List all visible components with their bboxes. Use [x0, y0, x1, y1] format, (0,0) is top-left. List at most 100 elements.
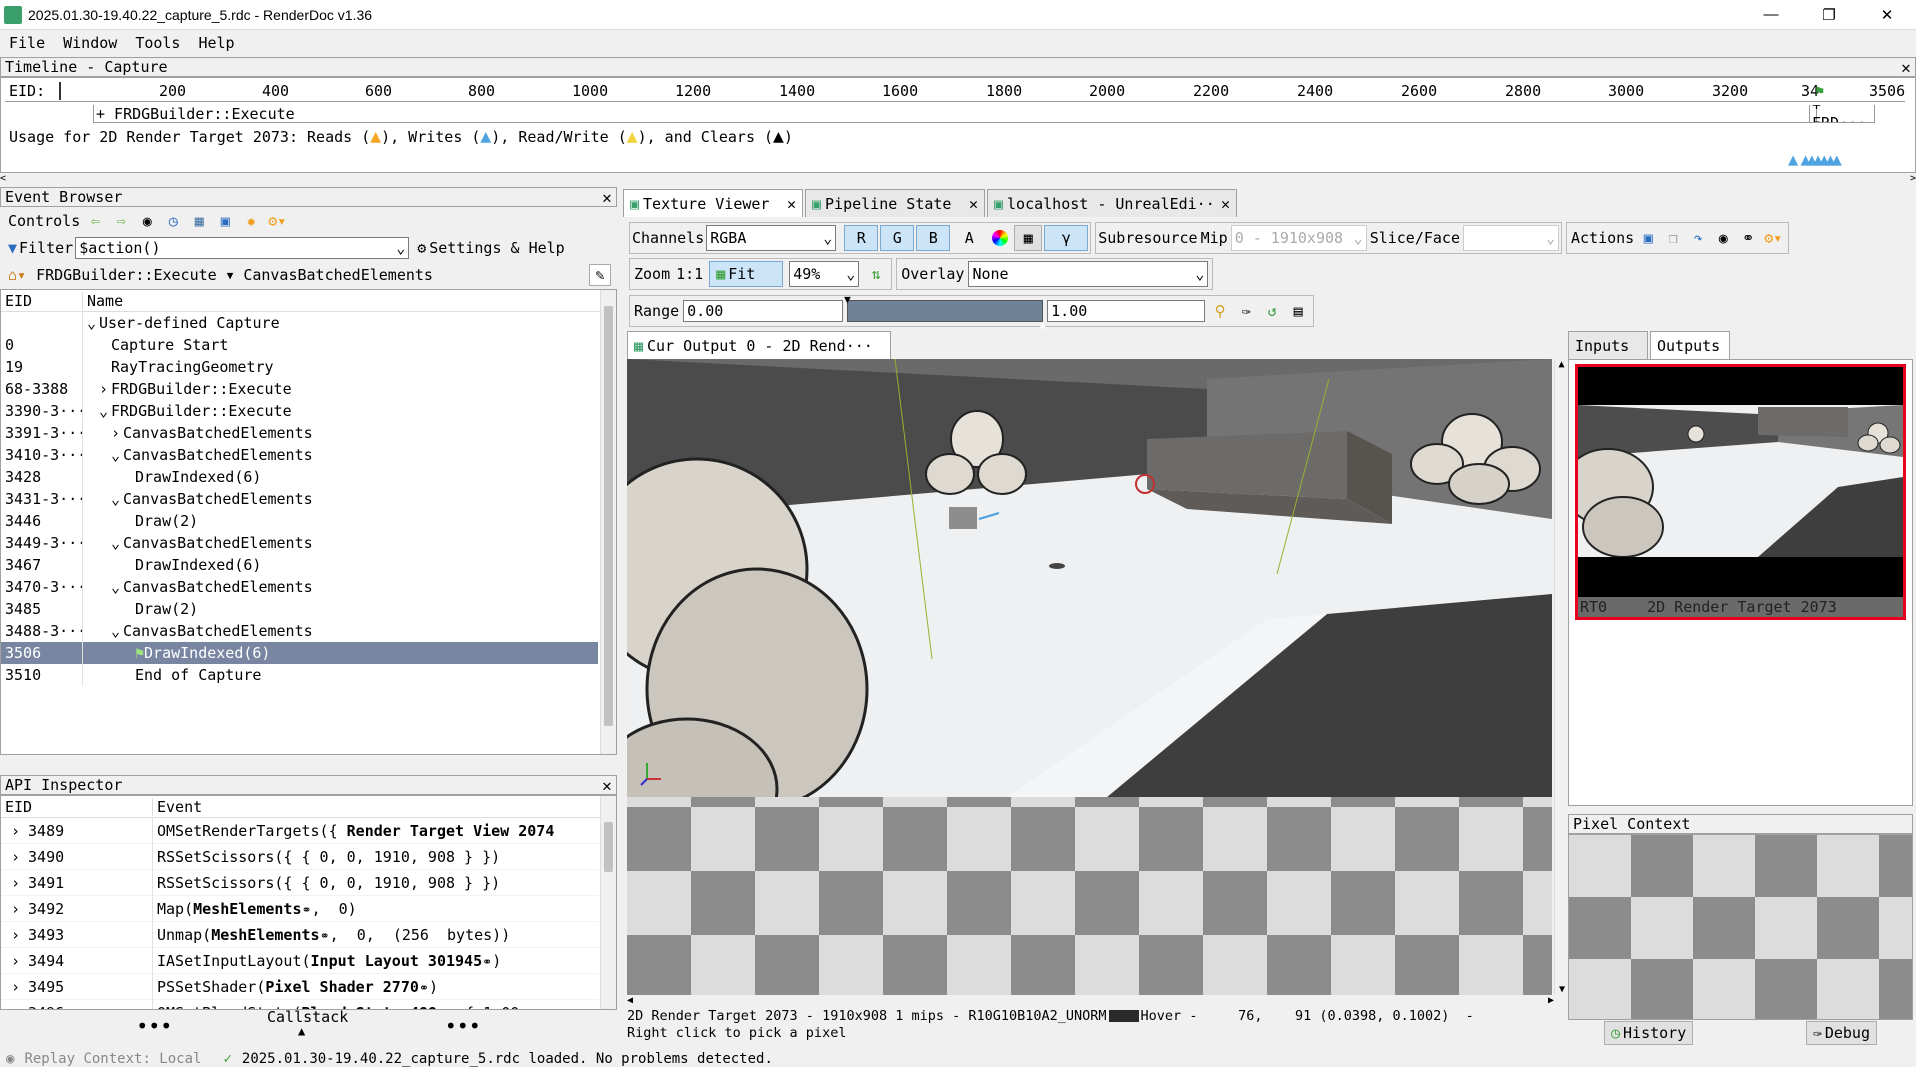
api-row[interactable]: › 3491 RSSetScissors({ { 0, 0, 1910, 908 }… [1, 869, 599, 896]
chevron-right-icon[interactable]: › [99, 380, 111, 398]
event-row[interactable]: 3485 Draw(2) [1, 598, 598, 620]
gear-icon[interactable]: ⚙ [417, 239, 426, 257]
bookmark-icon[interactable]: ▦ [188, 210, 210, 232]
tab-pipeline[interactable]: ▣ Pipeline State ✕ [805, 189, 985, 217]
tab-localhost[interactable]: ▣ localhost - UnrealEdi··· ✕ [987, 189, 1237, 217]
tab-texture[interactable]: ▣ Texture Viewer ✕ [623, 189, 803, 217]
event-row[interactable]: 3470-3··· ⌄ CanvasBatchedElements [1, 576, 598, 598]
breadcrumb-item-1[interactable]: FRDGBuilder::Execute [36, 266, 217, 284]
flip-icon[interactable]: ⇅ [865, 263, 887, 285]
debug-button[interactable]: ✑ Debug [1805, 1021, 1877, 1045]
zoom-1to1-button[interactable]: 1:1 [676, 265, 703, 283]
chevron-right-icon[interactable]: › [11, 978, 20, 996]
chevron-down-icon[interactable]: ⌄ [111, 578, 123, 596]
link-icon[interactable]: ⚭ [482, 955, 492, 969]
find-icon[interactable]: ◉ [1712, 227, 1734, 249]
more-icon[interactable]: ••• [136, 1014, 172, 1038]
event-row[interactable]: 3506 ⚑ DrawIndexed(6) [1, 642, 598, 664]
channel-r-toggle[interactable]: R [844, 225, 879, 251]
close-icon[interactable]: ✕ [1897, 58, 1915, 77]
save-icon[interactable]: ▣ [1637, 227, 1659, 249]
event-row[interactable]: 3467 DrawIndexed(6) [1, 554, 598, 576]
chevron-right-icon[interactable]: › [11, 822, 20, 840]
close-icon[interactable]: ✕ [1221, 195, 1230, 213]
mip-select[interactable]: 0 - 1910x908 ⌄ [1230, 225, 1367, 251]
close-icon[interactable]: ✕ [598, 188, 616, 207]
channels-select[interactable]: RGBA ⌄ [706, 225, 837, 251]
goto-icon[interactable]: ↷ [1687, 227, 1709, 249]
chevron-down-icon[interactable]: ⌄ [99, 402, 111, 420]
menu-tools[interactable]: Tools [135, 34, 180, 52]
event-row[interactable]: 68-3388 › FRDGBuilder::Execute [1, 378, 598, 400]
save-icon[interactable]: ▣ [214, 210, 236, 232]
column-header-eid[interactable]: EID [1, 797, 153, 816]
breadcrumb-item-2[interactable]: CanvasBatchedElements [243, 266, 433, 284]
chevron-down-icon[interactable]: ▼ [227, 269, 234, 282]
fit-button[interactable]: ▦ Fit [709, 261, 784, 287]
api-resource-link[interactable]: Pixel Shader 2770 [265, 978, 419, 996]
zoom-range-icon[interactable]: ⚲ [1209, 300, 1231, 322]
home-icon[interactable]: ⌂▾ [8, 266, 26, 284]
api-row[interactable]: › 3489 OMSetRenderTargets({ Render Target … [1, 817, 599, 844]
event-tree-scrollbar[interactable] [600, 290, 616, 754]
tab-inputs[interactable]: Inputs [1568, 331, 1648, 359]
chevron-down-icon[interactable]: ⌄ [111, 446, 123, 464]
color-wheel-icon[interactable] [992, 230, 1009, 246]
api-resource-link[interactable]: MeshElements [211, 926, 319, 944]
options-dropdown-icon[interactable]: ⚙▾ [266, 210, 288, 232]
event-row[interactable]: 3510 End of Capture [1, 664, 598, 686]
link-icon[interactable]: ⚭ [320, 929, 330, 943]
expand-triangle-icon[interactable]: ▲ [298, 1024, 305, 1038]
event-row[interactable]: 3391-3··· › CanvasBatchedElements [1, 422, 598, 444]
api-table-scrollbar[interactable] [600, 796, 616, 1009]
chevron-right-icon[interactable]: › [11, 874, 20, 892]
link-icon[interactable]: ⚭ [1737, 227, 1759, 249]
event-row[interactable]: ⌄ User-defined Capture [1, 312, 598, 334]
channel-a-toggle[interactable]: A [952, 225, 987, 251]
settings-help-button[interactable]: Settings & Help [429, 239, 564, 257]
event-row[interactable]: 3410-3··· ⌄ CanvasBatchedElements [1, 444, 598, 466]
timeline-ruler[interactable]: EID: 200 400 600 800 1000 1200 1400 1600 1800 200… [5, 80, 1905, 102]
auto-fit-icon[interactable]: ✑ [1235, 300, 1257, 322]
timeline-marker-execute-2[interactable]: + FRD··· [1809, 105, 1875, 123]
find-icon[interactable]: ◉ [136, 210, 158, 232]
callstack-button[interactable]: Callstack [267, 1008, 348, 1026]
tab-outputs[interactable]: Outputs [1650, 331, 1730, 359]
copy-icon[interactable]: ❐ [1662, 227, 1684, 249]
more-icon[interactable]: ••• [445, 1014, 481, 1038]
chevron-down-icon[interactable]: ⌄ [87, 314, 99, 332]
column-header-name[interactable]: Name [83, 292, 123, 310]
chevron-right-icon[interactable]: › [11, 848, 20, 866]
column-header-eid[interactable]: EID [1, 291, 83, 310]
colorize-icon[interactable]: ✹ [240, 210, 262, 232]
slice-face-select[interactable]: ⌄ [1463, 225, 1559, 251]
menu-window[interactable]: Window [63, 34, 117, 52]
output-thumbnail[interactable]: RT0 2D Render Target 2073 [1575, 364, 1906, 620]
back-arrow-icon[interactable]: ⇦ [84, 210, 106, 232]
overlay-select[interactable]: None ⌄ [968, 261, 1209, 287]
event-row[interactable]: 3431-3··· ⌄ CanvasBatchedElements [1, 488, 598, 510]
chevron-down-icon[interactable]: ⌄ [111, 490, 123, 508]
event-row[interactable]: 3428 DrawIndexed(6) [1, 466, 598, 488]
link-icon[interactable]: ⚭ [419, 981, 429, 995]
channel-g-toggle[interactable]: G [880, 225, 915, 251]
range-min-input[interactable]: 0.00 [683, 300, 844, 322]
maximize-button[interactable]: ❐ [1800, 0, 1858, 30]
pixel-context-view[interactable] [1568, 834, 1913, 1020]
options-dropdown-icon[interactable]: ⚙▾ [1762, 227, 1784, 249]
api-row[interactable]: › 3495 PSSetShader(Pixel Shader 2770⚭) [1, 973, 599, 1000]
range-max-input[interactable]: 1.00 [1047, 300, 1206, 322]
history-button[interactable]: ◷ History [1604, 1021, 1694, 1045]
menu-help[interactable]: Help [198, 34, 234, 52]
api-row[interactable]: › 3494 IASetInputLayout(Input Layout 30194… [1, 947, 599, 974]
event-row[interactable]: 3449-3··· ⌄ CanvasBatchedElements [1, 532, 598, 554]
close-window-button[interactable]: ✕ [1858, 0, 1916, 30]
api-row[interactable]: › 3490 RSSetScissors({ { 0, 0, 1910, 908 }… [1, 843, 599, 870]
api-resource-link[interactable]: MeshElements [193, 900, 301, 918]
chevron-right-icon[interactable]: › [11, 900, 20, 918]
chevron-down-icon[interactable]: ⌄ [111, 534, 123, 552]
texture-viewport[interactable] [627, 359, 1552, 995]
event-row[interactable]: 3446 Draw(2) [1, 510, 598, 532]
link-icon[interactable]: ⚭ [302, 903, 312, 917]
chevron-right-icon[interactable]: › [11, 952, 20, 970]
